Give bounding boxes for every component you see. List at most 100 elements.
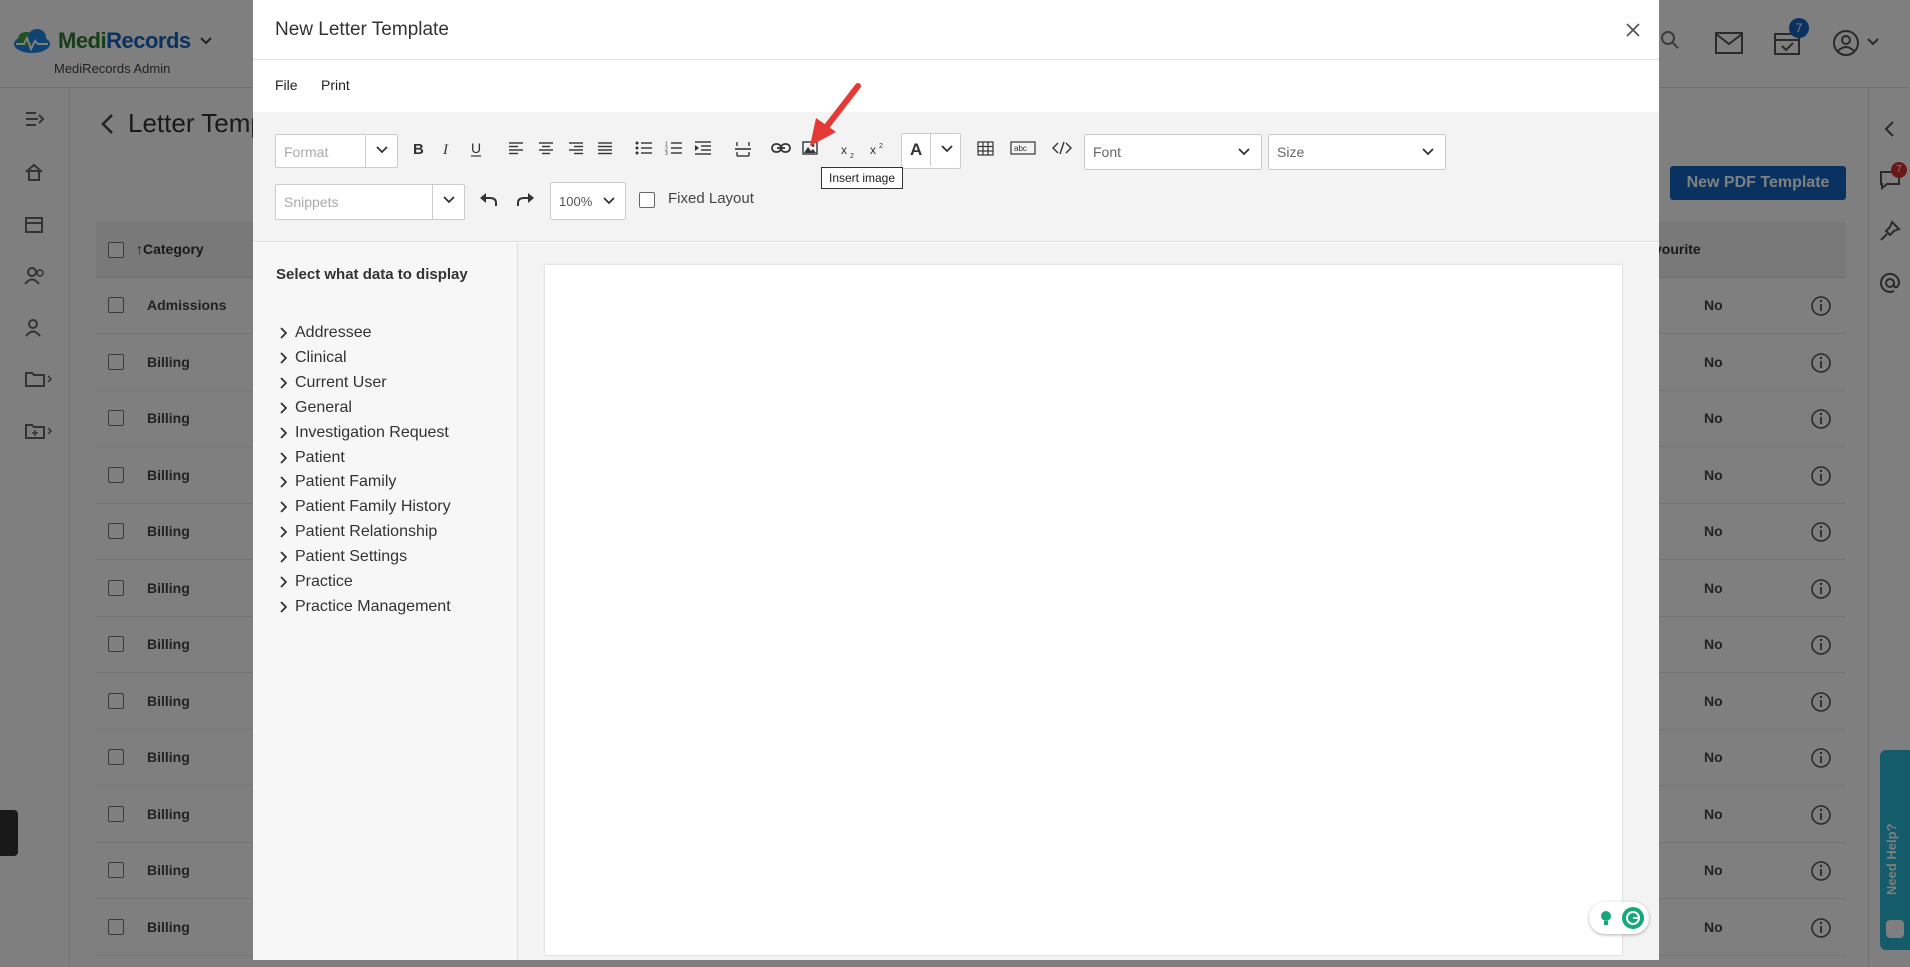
format-placeholder: Format [284,144,329,160]
grammarly-widget[interactable] [1589,902,1649,934]
chevron-right-icon [280,476,287,489]
page-break-icon [735,142,751,157]
data-field-label: Patient Family History [295,498,451,516]
chevron-right-icon [280,601,287,613]
align-center-button[interactable] [534,137,558,161]
text-field-icon: abc [1010,141,1036,155]
snippets-dropdown-arrow[interactable] [432,185,464,219]
data-field-label: Investigation Request [295,423,449,441]
svg-text:abc: abc [1014,144,1027,153]
font-select[interactable]: Font [1084,134,1262,170]
data-field-item[interactable]: Patient Settings [279,547,407,567]
annotation-arrow-icon [810,83,861,146]
indent-button[interactable] [691,137,715,161]
insert-table-button[interactable] [974,137,998,161]
insert-link-button[interactable] [769,137,793,161]
insert-image-tooltip: Insert image [821,167,904,189]
font-color-dropdown-arrow[interactable] [930,134,962,166]
zoom-select[interactable]: 100% [550,182,626,220]
align-center-icon [539,142,553,155]
align-right-button[interactable] [564,137,588,161]
snippets-select[interactable]: Snippets [275,184,465,220]
chevron-right-icon [280,426,287,439]
menu-file[interactable]: File [275,77,298,93]
size-select[interactable]: Size [1268,134,1446,170]
data-field-label: General [295,398,352,416]
svg-text:B: B [413,141,424,157]
font-color-select[interactable]: A [901,133,961,169]
align-justify-icon [598,142,612,155]
italic-icon: I [442,142,449,157]
grammarly-icon[interactable] [1622,907,1644,929]
menu-print[interactable]: Print [321,77,350,93]
data-field-item[interactable]: Patient Relationship [279,522,437,542]
data-fields-panel: Select what data to display Addressee Cli… [253,243,518,960]
data-field-label: Patient Settings [295,548,408,566]
chevron-down-icon [603,197,615,205]
bold-icon: B [413,141,424,157]
data-field-label: Practice Management [295,597,451,615]
chevron-right-icon [280,526,287,538]
insert-field-button[interactable]: abc [1008,137,1038,161]
data-field-item[interactable]: Current User [279,373,387,393]
numbered-list-button[interactable]: 123 [662,137,686,161]
letter-editor-canvas[interactable] [545,265,1622,955]
data-field-item[interactable]: Practice Management [279,597,451,617]
data-field-item[interactable]: Investigation Request [279,423,449,443]
close-icon[interactable] [1623,20,1643,40]
data-field-item[interactable]: Addressee [279,323,372,343]
underline-button[interactable]: U [464,137,488,161]
data-field-label: Patient Family [295,473,397,491]
undo-icon [480,193,497,206]
chevron-right-icon [280,402,287,414]
align-right-icon [569,142,583,155]
fixed-layout-checkbox[interactable] [639,192,655,208]
size-placeholder: Size [1277,144,1305,160]
align-justify-button[interactable] [593,137,617,161]
new-letter-template-modal: New Letter Template File Print Format B … [253,0,1659,960]
chevron-down-icon [442,196,455,204]
link-icon [771,143,791,153]
data-panel-heading: Select what data to display [276,266,468,283]
chevron-right-icon [280,551,287,563]
format-dropdown-arrow[interactable] [365,135,397,167]
data-field-item[interactable]: Practice [279,572,353,592]
data-field-item[interactable]: Patient [279,448,345,468]
font-color-letter: A [910,140,923,159]
superscript-button[interactable]: x2 [866,137,890,161]
numbered-list-icon: 123 [665,142,682,155]
align-left-button[interactable] [504,137,528,161]
chevron-right-icon [280,576,287,588]
source-code-button[interactable] [1050,137,1074,161]
data-field-label: Addressee [295,324,372,341]
data-field-item[interactable]: Clinical [279,348,347,368]
data-field-item[interactable]: General [279,398,352,418]
chevron-right-icon [280,352,287,364]
font-placeholder: Font [1093,144,1122,160]
data-field-label: Clinical [295,348,347,366]
editor-toolbar: Format B I U 123 x2 x2 A abc Font Size S… [253,112,1659,242]
bold-button[interactable]: B [406,137,430,161]
svg-text:2: 2 [879,143,883,150]
italic-button[interactable]: I [435,137,459,161]
data-field-item[interactable]: Patient Family History [279,497,451,517]
lightbulb-icon[interactable] [1595,907,1617,929]
bullet-list-button[interactable] [632,137,656,161]
svg-text:3: 3 [665,151,668,155]
data-field-label: Practice [295,573,353,590]
redo-button[interactable] [514,188,538,212]
bullet-list-icon [635,141,652,155]
data-field-label: Patient Relationship [295,523,438,541]
data-field-label: Current User [295,373,387,391]
data-field-label: Patient [295,448,345,466]
chevron-right-icon [280,327,287,339]
superscript-icon: x2 [870,143,883,157]
svg-text:U: U [471,141,481,156]
editor-area [518,243,1659,960]
undo-button[interactable] [476,188,500,212]
horizontal-rule-button[interactable] [731,137,755,161]
format-select[interactable]: Format [275,134,398,168]
chevron-right-icon [280,501,287,513]
fixed-layout-label: Fixed Layout [668,190,754,207]
data-field-item[interactable]: Patient Family [279,472,396,492]
